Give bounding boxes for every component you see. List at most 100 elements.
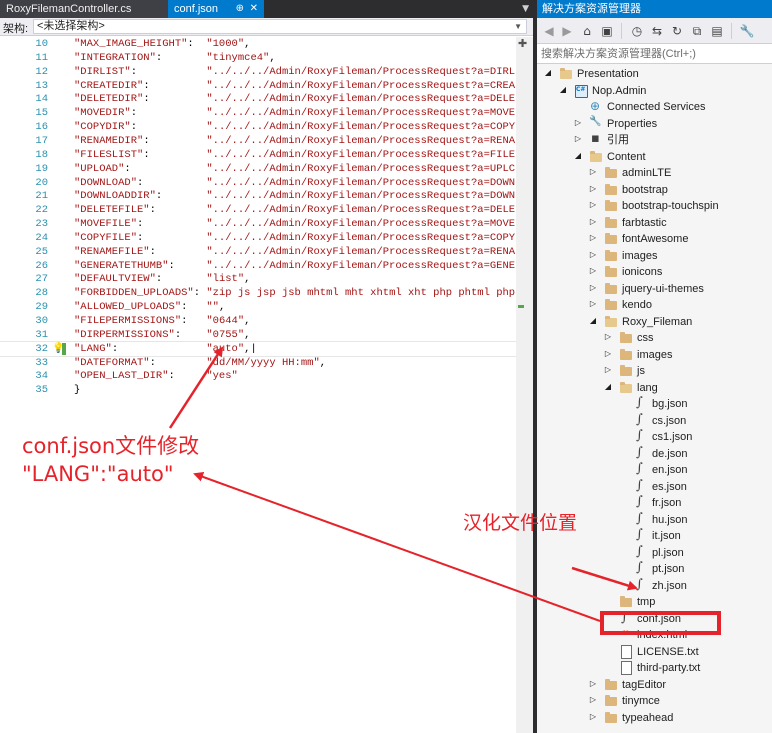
code-line[interactable]: 25 "RENAMEFILE": "../../../Admin/RoxyFile… xyxy=(0,245,516,259)
tree-item[interactable]: ▷ 引用 xyxy=(537,131,772,149)
pending-changes-icon[interactable]: ◷ xyxy=(629,23,645,39)
code-line[interactable]: 12 "DIRLIST": "../../../Admin/RoxyFileman… xyxy=(0,65,516,79)
collapsed-arrow-icon[interactable]: ▷ xyxy=(588,695,598,704)
code-line[interactable]: 24 "COPYFILE": "../../../Admin/RoxyFilema… xyxy=(0,231,516,245)
code-line[interactable]: 35} xyxy=(0,383,516,397)
code-line[interactable]: 32 💡 "LANG": "auto",| xyxy=(0,340,516,357)
solution-explorer-search-input[interactable]: 搜索解决方案资源管理器(Ctrl+;) xyxy=(537,44,772,64)
tree-item[interactable]: es.json xyxy=(537,478,772,496)
tree-item[interactable]: ▷ Properties xyxy=(537,116,772,133)
switch-views-icon[interactable]: ▣ xyxy=(599,23,615,39)
home-icon[interactable]: ⌂ xyxy=(579,23,595,39)
code-line[interactable]: 33 "DATEFORMAT": "dd/MM/yyyy HH:mm", xyxy=(0,356,516,370)
forward-icon[interactable]: ▶ xyxy=(559,23,575,39)
code-line[interactable]: 27 "DEFAULTVIEW": "list", xyxy=(0,272,516,286)
code-line[interactable]: 11 "INTEGRATION": "tinymce4", xyxy=(0,51,516,65)
properties-icon[interactable]: 🔧 xyxy=(739,23,755,39)
tree-item[interactable]: en.json xyxy=(537,461,772,479)
collapsed-arrow-icon[interactable]: ▷ xyxy=(573,134,583,143)
code-line[interactable]: 10 "MAX_IMAGE_HEIGHT": "1000", xyxy=(0,37,516,51)
show-all-files-icon[interactable]: ▤ xyxy=(709,23,725,39)
sync-icon[interactable]: ⇆ xyxy=(649,23,665,39)
collapsed-arrow-icon[interactable]: ▷ xyxy=(588,217,598,226)
expanded-arrow-icon[interactable]: ◢ xyxy=(603,382,613,391)
collapsed-arrow-icon[interactable]: ▷ xyxy=(588,266,598,275)
collapsed-arrow-icon[interactable]: ▷ xyxy=(603,365,613,374)
tree-item[interactable]: pl.json xyxy=(537,544,772,562)
tree-item[interactable]: ▷ images xyxy=(537,347,772,364)
tree-item[interactable]: pt.json xyxy=(537,560,772,578)
code-line[interactable]: 26 "GENERATETHUMB": "../../../Admin/RoxyF… xyxy=(0,259,516,273)
collapsed-arrow-icon[interactable]: ▷ xyxy=(588,167,598,176)
tree-item[interactable]: Connected Services xyxy=(537,99,772,116)
code-line[interactable]: 29 "ALLOWED_UPLOADS": "", xyxy=(0,300,516,314)
code-line[interactable]: 31 "DIRPERMISSIONS": "0755", xyxy=(0,328,516,342)
tree-item[interactable]: bg.json xyxy=(537,395,772,413)
tree-item[interactable]: ◢ Presentation xyxy=(537,66,772,83)
pin-icon[interactable]: ⊕ xyxy=(236,0,244,18)
schema-dropdown[interactable]: <未选择架构> ▼ xyxy=(33,19,527,34)
tree-item[interactable]: ▷ ionicons xyxy=(537,264,772,281)
tree-item[interactable]: third-party.txt xyxy=(537,660,772,677)
expanded-arrow-icon[interactable]: ◢ xyxy=(588,316,598,325)
split-editor-icon[interactable]: ✚ xyxy=(518,37,527,50)
tree-item[interactable]: de.json xyxy=(537,445,772,463)
tab-overflow-icon[interactable]: ▼ xyxy=(522,0,529,18)
tree-item[interactable]: ▷ css xyxy=(537,330,772,347)
tree-item[interactable]: ▷ fontAwesome xyxy=(537,231,772,248)
tree-item[interactable]: ◢ lang xyxy=(537,380,772,397)
code-line[interactable]: 14 "DELETEDIR": "../../../Admin/RoxyFilem… xyxy=(0,92,516,106)
collapsed-arrow-icon[interactable]: ▷ xyxy=(588,200,598,209)
close-icon[interactable]: ✕ xyxy=(250,0,258,18)
collapsed-arrow-icon[interactable]: ▷ xyxy=(588,299,598,308)
code-line[interactable]: 28 "FORBIDDEN_UPLOADS": "zip js jsp jsb m… xyxy=(0,286,516,300)
code-line[interactable]: 21 "DOWNLOADDIR": "../../../Admin/RoxyFil… xyxy=(0,189,516,203)
tree-item[interactable]: LICENSE.txt xyxy=(537,644,772,661)
expanded-arrow-icon[interactable]: ◢ xyxy=(573,151,583,160)
code-line[interactable]: 34 "OPEN_LAST_DIR": "yes" xyxy=(0,369,516,383)
tree-item[interactable]: ▷ tinymce xyxy=(537,693,772,710)
tab-conf-json[interactable]: conf.json ⊕ ✕ xyxy=(168,0,264,18)
tree-item[interactable]: zh.json xyxy=(537,577,772,595)
tree-item[interactable]: ▷ typeahead xyxy=(537,710,772,727)
tree-item[interactable]: ▷ adminLTE xyxy=(537,165,772,182)
tree-item[interactable]: ▷ js xyxy=(537,363,772,380)
refresh-icon[interactable]: ↻ xyxy=(669,23,685,39)
tree-item[interactable]: cs1.json xyxy=(537,428,772,446)
code-line[interactable]: 19 "UPLOAD": "../../../Admin/RoxyFileman/… xyxy=(0,162,516,176)
collapsed-arrow-icon[interactable]: ▷ xyxy=(588,184,598,193)
code-line[interactable]: 23 "MOVEFILE": "../../../Admin/RoxyFilema… xyxy=(0,217,516,231)
expanded-arrow-icon[interactable]: ◢ xyxy=(543,68,553,77)
code-editor[interactable]: 10 "MAX_IMAGE_HEIGHT": "1000", 11 "INTEGRAT… xyxy=(0,37,516,733)
collapsed-arrow-icon[interactable]: ▷ xyxy=(588,712,598,721)
collapsed-arrow-icon[interactable]: ▷ xyxy=(603,332,613,341)
tree-item[interactable]: tmp xyxy=(537,594,772,611)
code-line[interactable]: 22 "DELETEFILE": "../../../Admin/RoxyFile… xyxy=(0,203,516,217)
collapsed-arrow-icon[interactable]: ▷ xyxy=(588,283,598,292)
tree-item[interactable]: ▷ bootstrap-touchspin xyxy=(537,198,772,215)
tree-item[interactable]: ◢ Roxy_Fileman xyxy=(537,314,772,331)
collapse-all-icon[interactable]: ⧉ xyxy=(689,23,705,39)
code-line[interactable]: 20 "DOWNLOAD": "../../../Admin/RoxyFilema… xyxy=(0,176,516,190)
code-line[interactable]: 17 "RENAMEDIR": "../../../Admin/RoxyFilem… xyxy=(0,134,516,148)
tree-item[interactable]: ▷ tagEditor xyxy=(537,677,772,694)
tab-roxyfileman-controller[interactable]: RoxyFilemanController.cs xyxy=(0,0,168,18)
code-line[interactable]: 15 "MOVEDIR": "../../../Admin/RoxyFileman… xyxy=(0,106,516,120)
collapsed-arrow-icon[interactable]: ▷ xyxy=(573,118,583,127)
tree-item[interactable]: ▷ farbtastic xyxy=(537,215,772,232)
code-line[interactable]: 30 "FILEPERMISSIONS": "0644", xyxy=(0,314,516,328)
tree-item[interactable]: ◢ Nop.Admin xyxy=(537,83,772,100)
collapsed-arrow-icon[interactable]: ▷ xyxy=(588,250,598,259)
collapsed-arrow-icon[interactable]: ▷ xyxy=(603,349,613,358)
tree-item[interactable]: ▷ bootstrap xyxy=(537,182,772,199)
expanded-arrow-icon[interactable]: ◢ xyxy=(558,85,568,94)
tree-item[interactable]: ◢ Content xyxy=(537,149,772,166)
tree-item[interactable]: ▷ images xyxy=(537,248,772,265)
collapsed-arrow-icon[interactable]: ▷ xyxy=(588,679,598,688)
code-line[interactable]: 13 "CREATEDIR": "../../../Admin/RoxyFilem… xyxy=(0,79,516,93)
tree-item[interactable]: ▷ jquery-ui-themes xyxy=(537,281,772,298)
back-icon[interactable]: ◀ xyxy=(541,23,557,39)
tree-item[interactable]: ▷ kendo xyxy=(537,297,772,314)
vertical-scrollbar[interactable]: ✚ xyxy=(516,37,533,733)
code-line[interactable]: 18 "FILESLIST": "../../../Admin/RoxyFilem… xyxy=(0,148,516,162)
